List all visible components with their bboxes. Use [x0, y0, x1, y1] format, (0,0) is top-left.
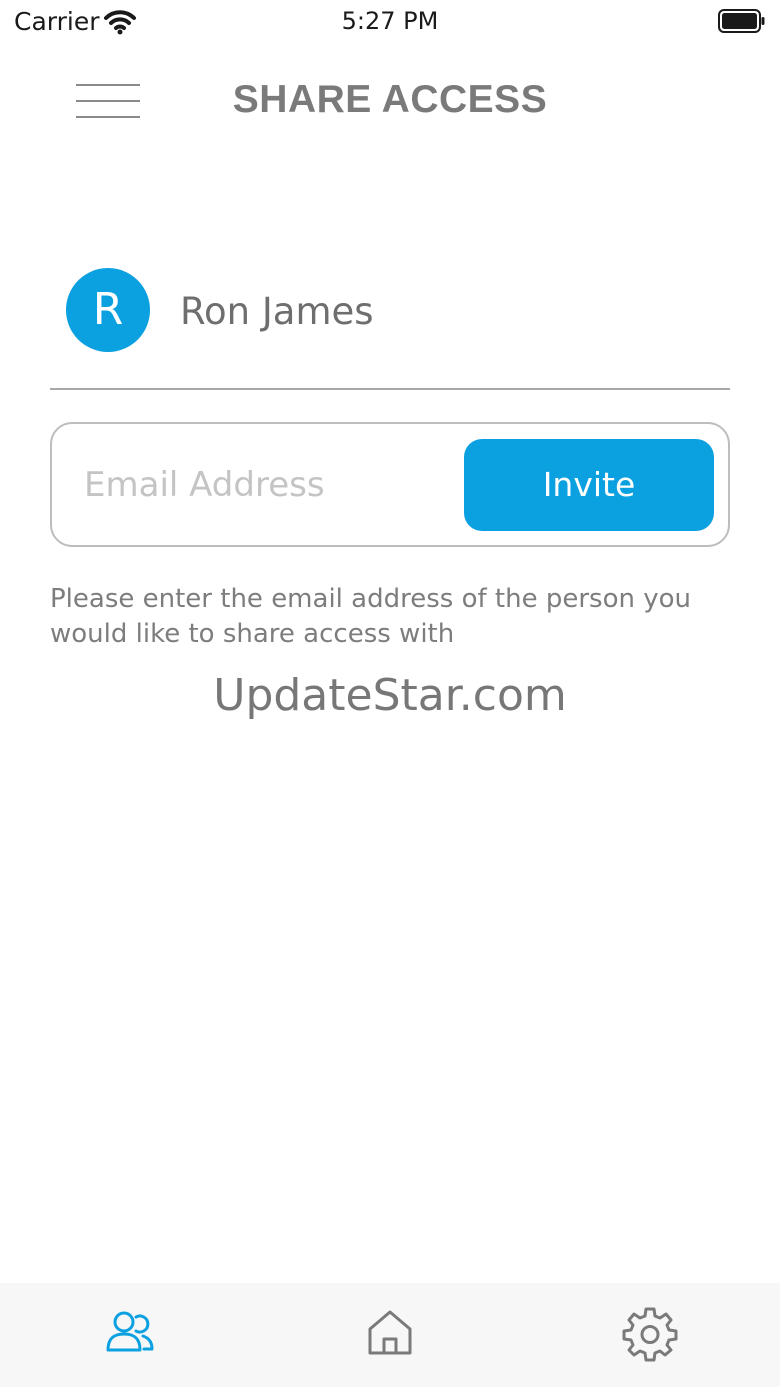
clock: 5:27 PM [341, 7, 439, 35]
gear-icon [622, 1307, 678, 1362]
tab-settings[interactable] [620, 1303, 680, 1363]
people-icon [106, 1311, 154, 1352]
nav-bar: SHARE ACCESS [0, 62, 780, 142]
home-icon [368, 1310, 412, 1355]
page-title: SHARE ACCESS [232, 78, 548, 121]
tab-bar [0, 1283, 780, 1387]
divider [50, 388, 730, 390]
user-row: R Ron James [66, 268, 726, 354]
tab-home[interactable] [360, 1303, 420, 1363]
user-name: Ron James [180, 290, 374, 333]
email-input[interactable] [84, 452, 464, 518]
help-text: Please enter the email address of the pe… [50, 584, 691, 649]
invite-button[interactable]: Invite [464, 439, 714, 531]
invite-box: Invite [50, 422, 730, 547]
status-bar: Carrier 5:27 PM [0, 0, 780, 44]
tab-people[interactable] [100, 1303, 160, 1363]
avatar: R [66, 268, 150, 352]
watermark: UpdateStar.com [213, 670, 567, 721]
battery-icon [718, 9, 765, 33]
